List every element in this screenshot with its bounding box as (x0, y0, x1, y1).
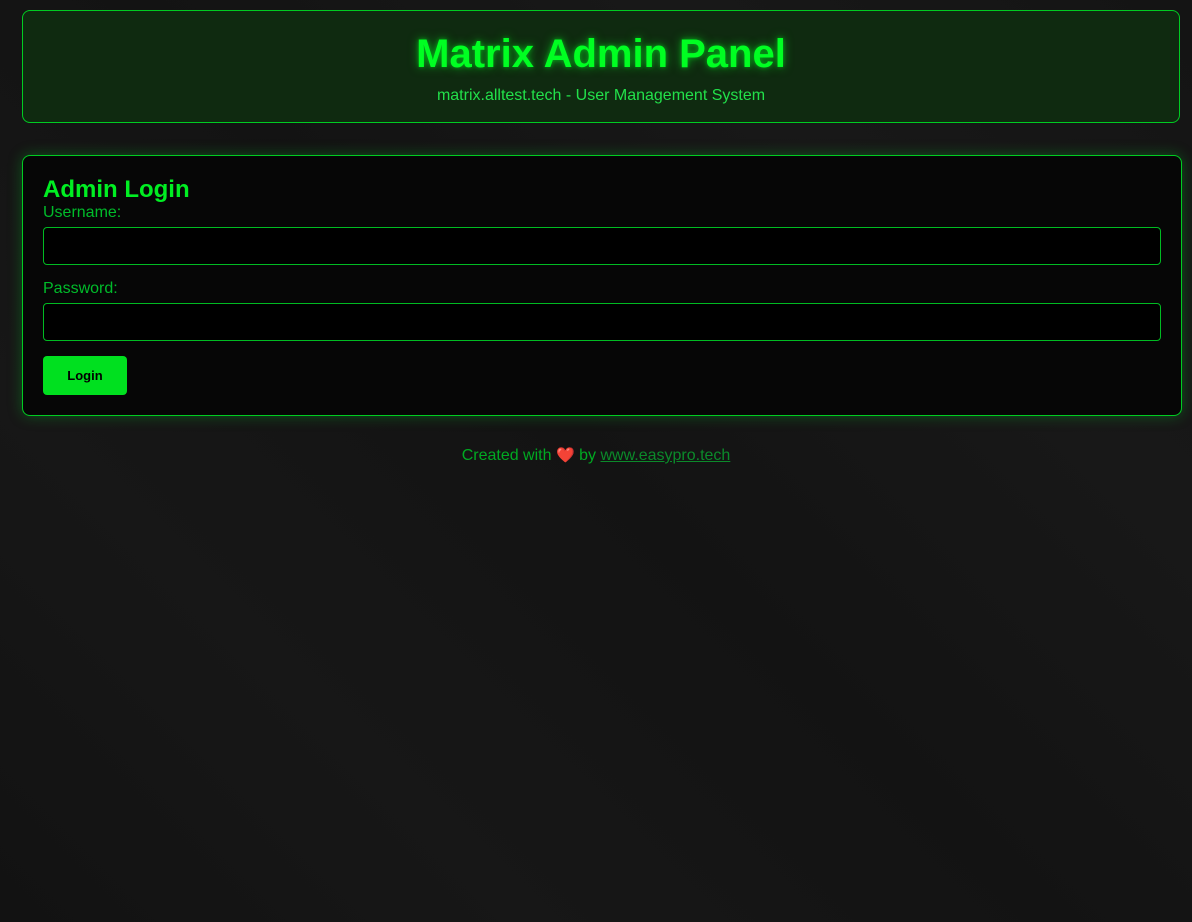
page-subtitle: matrix.alltest.tech - User Management Sy… (436, 87, 766, 104)
page-title: Matrix Admin Panel (416, 32, 786, 76)
login-button[interactable]: Login (43, 356, 127, 395)
footer-by: by (579, 447, 597, 464)
login-title: Admin Login (43, 176, 190, 203)
page-header: Matrix Admin Panel matrix.alltest.tech -… (22, 10, 1180, 123)
footer-link[interactable]: www.easypro.tech (600, 447, 730, 464)
heart-icon: ❤️ (555, 447, 575, 464)
login-card: Admin Login Username: Password: Login (22, 155, 1182, 416)
password-label: Password: (43, 280, 118, 297)
password-field[interactable] (43, 303, 1161, 341)
footer: Created with ❤️ by www.easypro.tech (0, 446, 1192, 466)
footer-prefix: Created with (461, 447, 552, 464)
username-label: Username: (43, 204, 122, 221)
username-field[interactable] (43, 227, 1161, 265)
